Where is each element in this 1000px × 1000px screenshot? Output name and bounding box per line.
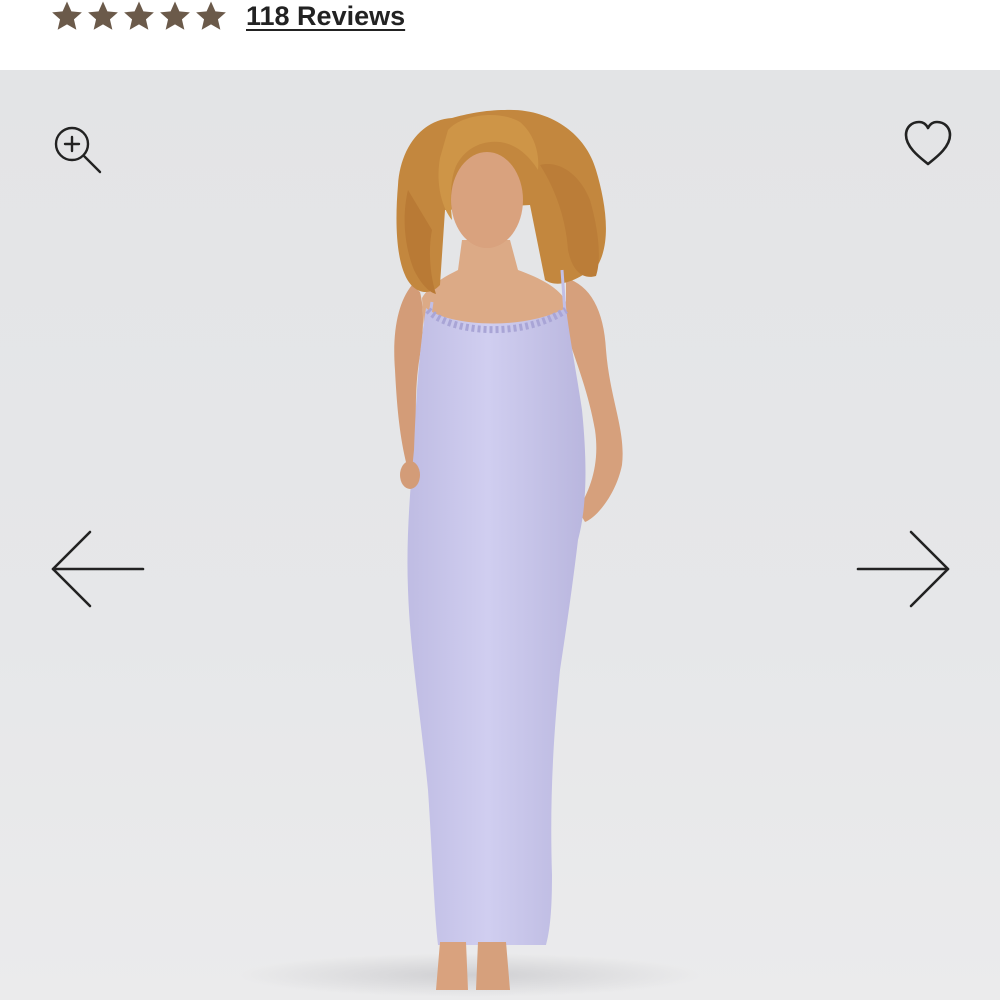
star-icon xyxy=(196,1,226,30)
star-icon xyxy=(88,1,118,30)
zoom-in-icon xyxy=(54,126,102,174)
heart-icon xyxy=(904,120,952,166)
star-icon xyxy=(124,1,154,30)
star-rating xyxy=(50,0,228,36)
previous-image-button[interactable] xyxy=(48,528,148,610)
zoom-button[interactable] xyxy=(50,122,106,178)
star-icon xyxy=(52,1,82,30)
product-image-gallery[interactable] xyxy=(0,70,1000,1000)
product-photo xyxy=(240,109,700,997)
arrow-right-icon xyxy=(856,530,950,608)
wishlist-button[interactable] xyxy=(900,118,956,170)
reviews-link[interactable]: 118 Reviews xyxy=(246,0,405,34)
rating-summary: 118 Reviews xyxy=(0,0,1000,70)
star-icon xyxy=(160,1,190,30)
arrow-left-icon xyxy=(51,530,145,608)
next-image-button[interactable] xyxy=(853,528,953,610)
